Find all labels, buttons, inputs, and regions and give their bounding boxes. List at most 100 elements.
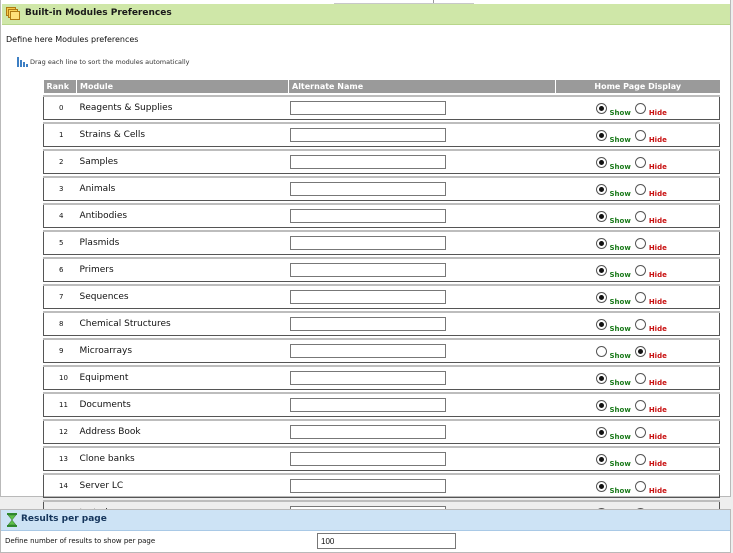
module-row[interactable]: 12 Address Book Show Hide	[43, 419, 720, 444]
modules-description: Define here Modules preferences	[6, 35, 139, 44]
show-radio[interactable]	[595, 237, 607, 249]
hide-radio[interactable]	[634, 345, 646, 357]
module-row[interactable]: 6 Primers Show Hide	[43, 257, 720, 282]
col-alternate-header: Alternate Name	[288, 80, 556, 93]
alternate-name-input[interactable]	[289, 344, 446, 358]
module-name: Reagents & Supplies	[76, 95, 289, 120]
show-radio[interactable]	[595, 480, 607, 492]
sort-bars-icon	[17, 57, 28, 67]
rank-cell: 10	[43, 365, 77, 390]
alternate-name-input[interactable]	[289, 425, 446, 439]
alternate-name-input[interactable]	[289, 290, 446, 304]
modules-preferences-panel: Built-in Modules Preferences Define here…	[0, 0, 731, 525]
show-radio[interactable]	[595, 183, 607, 195]
hide-label: Hide	[648, 162, 667, 171]
col-display-header: Home Page Display	[555, 80, 720, 93]
alternate-name-input[interactable]	[289, 101, 446, 115]
results-panel-title: Results per page	[21, 514, 107, 524]
hide-radio[interactable]	[634, 318, 646, 330]
hide-label: Hide	[648, 486, 667, 495]
module-name: Antibodies	[76, 203, 289, 228]
hide-radio[interactable]	[634, 264, 646, 276]
drag-hint-text: Drag each line to sort the modules autom…	[30, 58, 190, 66]
alternate-name-input[interactable]	[289, 398, 446, 412]
module-row[interactable]: 2 Samples Show Hide	[43, 149, 720, 174]
show-radio[interactable]	[595, 210, 607, 222]
module-row[interactable]: 8 Chemical Structures Show Hide	[43, 311, 720, 336]
hide-radio[interactable]	[634, 480, 646, 492]
module-row[interactable]: 13 Clone banks Show Hide	[43, 446, 720, 471]
module-row[interactable]: 1 Strains & Cells Show Hide	[43, 122, 720, 147]
alternate-name-input[interactable]	[289, 209, 446, 223]
modules-panel-header: Built-in Modules Preferences	[2, 4, 730, 25]
col-rank-header: Rank	[43, 80, 77, 93]
show-label: Show	[609, 459, 631, 468]
alternate-name-input[interactable]	[289, 452, 446, 466]
hide-radio[interactable]	[634, 399, 646, 411]
module-row[interactable]: 11 Documents Show Hide	[43, 392, 720, 417]
rank-cell: 2	[43, 149, 77, 174]
module-row[interactable]: 7 Sequences Show Hide	[43, 284, 720, 309]
show-label: Show	[609, 351, 631, 360]
hide-label: Hide	[648, 405, 667, 414]
rank-cell: 5	[43, 230, 77, 255]
module-row[interactable]: 4 Antibodies Show Hide	[43, 203, 720, 228]
module-row[interactable]: 9 Microarrays Show Hide	[43, 338, 720, 363]
hide-radio[interactable]	[634, 453, 646, 465]
module-name: Equipment	[76, 365, 289, 390]
module-name: Chemical Structures	[76, 311, 289, 336]
rank-cell: 0	[43, 95, 77, 120]
alternate-name-input[interactable]	[289, 371, 446, 385]
show-radio[interactable]	[595, 426, 607, 438]
hide-radio[interactable]	[634, 210, 646, 222]
hide-radio[interactable]	[634, 237, 646, 249]
results-per-page-input[interactable]	[317, 533, 456, 549]
module-row[interactable]: 0 Reagents & Supplies Show Hide	[43, 95, 720, 120]
hide-label: Hide	[648, 351, 667, 360]
show-radio[interactable]	[595, 102, 607, 114]
show-radio[interactable]	[595, 291, 607, 303]
alternate-name-input[interactable]	[289, 236, 446, 250]
rank-cell: 8	[43, 311, 77, 336]
alternate-name-input[interactable]	[289, 182, 446, 196]
results-panel-header: Results per page	[1, 510, 730, 531]
alternate-name-input[interactable]	[289, 263, 446, 277]
module-row[interactable]: 10 Equipment Show Hide	[43, 365, 720, 390]
show-radio[interactable]	[595, 156, 607, 168]
show-label: Show	[609, 270, 631, 279]
show-radio[interactable]	[595, 399, 607, 411]
hide-radio[interactable]	[634, 372, 646, 384]
alternate-name-input[interactable]	[289, 479, 446, 493]
module-name: Sequences	[76, 284, 289, 309]
hide-radio[interactable]	[634, 291, 646, 303]
hide-label: Hide	[648, 216, 667, 225]
col-module-header: Module	[76, 80, 289, 93]
show-radio[interactable]	[595, 318, 607, 330]
show-radio[interactable]	[595, 453, 607, 465]
hide-radio[interactable]	[634, 129, 646, 141]
show-label: Show	[609, 378, 631, 387]
rank-cell: 4	[43, 203, 77, 228]
show-radio[interactable]	[595, 372, 607, 384]
results-per-page-label: Define number of results to show per pag…	[5, 537, 156, 545]
module-row[interactable]: 3 Animals Show Hide	[43, 176, 720, 201]
hide-label: Hide	[648, 135, 667, 144]
hide-radio[interactable]	[634, 102, 646, 114]
alternate-name-input[interactable]	[289, 317, 446, 331]
show-label: Show	[609, 324, 631, 333]
module-name: Primers	[76, 257, 289, 282]
module-row[interactable]: 5 Plasmids Show Hide	[43, 230, 720, 255]
module-row[interactable]: 14 Server LC Show Hide	[43, 473, 720, 498]
hide-radio[interactable]	[634, 183, 646, 195]
alternate-name-input[interactable]	[289, 155, 446, 169]
module-name: Server LC	[76, 473, 289, 498]
show-radio[interactable]	[595, 129, 607, 141]
show-radio[interactable]	[595, 264, 607, 276]
hide-label: Hide	[648, 459, 667, 468]
show-radio[interactable]	[595, 345, 607, 357]
alternate-name-input[interactable]	[289, 128, 446, 142]
hide-radio[interactable]	[634, 426, 646, 438]
module-name: Plasmids	[76, 230, 289, 255]
rank-cell: 13	[43, 446, 77, 471]
hide-radio[interactable]	[634, 156, 646, 168]
